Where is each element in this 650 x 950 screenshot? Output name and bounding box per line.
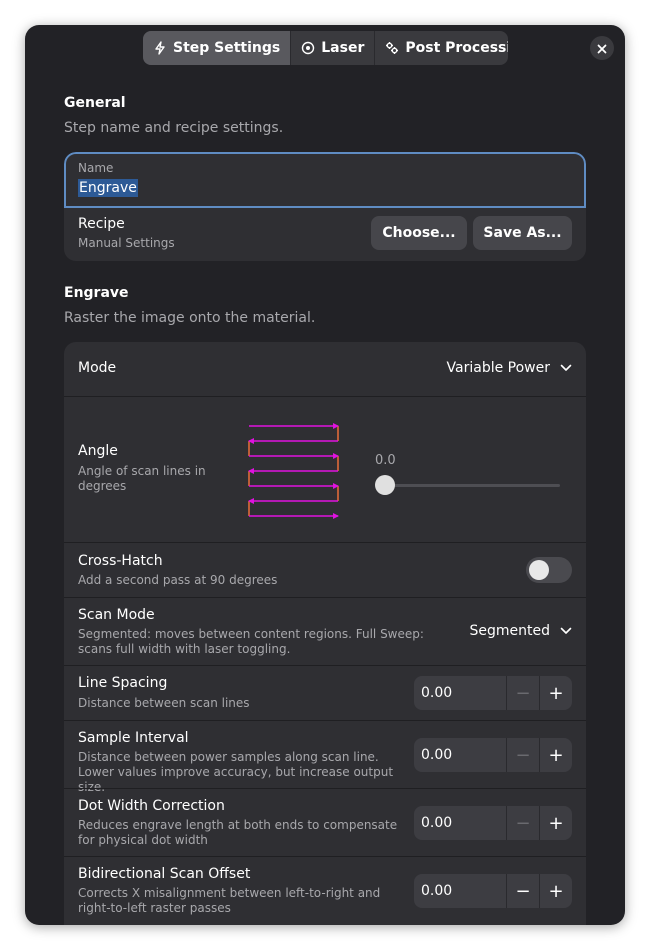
dot-width-correction-value[interactable]: 0.00: [414, 815, 506, 831]
tab-post-processing[interactable]: Post Processing: [375, 31, 508, 65]
save-as-button[interactable]: Save As...: [473, 216, 572, 250]
tab-laser[interactable]: Laser: [291, 31, 376, 65]
sample-interval-value[interactable]: 0.00: [414, 747, 506, 763]
line-spacing-spinbutton[interactable]: 0.00 − +: [414, 676, 572, 710]
bidirectional-scan-offset-value[interactable]: 0.00: [414, 883, 506, 899]
cross-hatch-row: Cross-Hatch Add a second pass at 90 degr…: [64, 542, 586, 597]
line-spacing-title: Line Spacing: [78, 675, 168, 691]
general-section-title: General: [64, 95, 126, 111]
mode-row[interactable]: Mode Variable Power: [64, 342, 586, 396]
bidirectional-scan-offset-row: Bidirectional Scan Offset Corrects X mis…: [64, 856, 586, 925]
chevron-down-icon: [560, 360, 572, 376]
mode-label: Mode: [78, 360, 117, 376]
tab-step-settings-label: Step Settings: [173, 40, 281, 56]
recipe-subtitle: Manual Settings: [78, 236, 175, 250]
mode-dropdown[interactable]: Variable Power: [447, 360, 572, 376]
increment-button[interactable]: +: [539, 738, 572, 772]
name-field-label: Name: [78, 161, 114, 175]
increment-button[interactable]: +: [539, 676, 572, 710]
general-card: Name Engrave Recipe Manual Settings Choo…: [64, 152, 586, 261]
chevron-down-icon: [560, 623, 572, 639]
tab-post-processing-label: Post Processing: [405, 40, 508, 56]
sample-interval-spinbutton[interactable]: 0.00 − +: [414, 738, 572, 772]
toggle-knob: [529, 560, 549, 580]
angle-value: 0.0: [375, 453, 396, 468]
choose-button[interactable]: Choose...: [371, 216, 467, 250]
tab-laser-label: Laser: [321, 40, 365, 56]
decrement-button[interactable]: −: [506, 806, 539, 840]
increment-button[interactable]: +: [539, 806, 572, 840]
sample-interval-row: Sample Interval Distance between power s…: [64, 720, 586, 794]
cross-hatch-title: Cross-Hatch: [78, 553, 163, 569]
cross-hatch-toggle[interactable]: [526, 557, 572, 583]
sample-interval-title: Sample Interval: [78, 730, 189, 746]
decrement-button[interactable]: −: [506, 874, 539, 908]
close-icon: [597, 39, 607, 58]
scan-mode-subtitle: Segmented: moves between content regions…: [78, 627, 424, 656]
name-field-value[interactable]: Engrave: [78, 179, 138, 197]
target-icon: [301, 41, 315, 55]
angle-title: Angle: [78, 443, 118, 459]
line-spacing-row: Line Spacing Distance between scan lines…: [64, 665, 586, 720]
close-button[interactable]: [590, 36, 614, 60]
bidirectional-scan-offset-spinbutton[interactable]: 0.00 − +: [414, 874, 572, 908]
line-spacing-subtitle: Distance between scan lines: [78, 696, 250, 710]
bidirectional-scan-offset-title: Bidirectional Scan Offset: [78, 866, 251, 882]
step-settings-dialog: Step Settings Laser Post Processing Gene…: [25, 25, 625, 925]
decrement-button[interactable]: −: [506, 738, 539, 772]
mode-value: Variable Power: [446, 360, 550, 376]
tab-bar: Step Settings Laser Post Processing: [143, 31, 508, 65]
angle-row: Angle Angle of scan lines in degrees 0.0: [64, 396, 586, 542]
line-spacing-value[interactable]: 0.00: [414, 685, 506, 701]
scan-mode-title: Scan Mode: [78, 607, 155, 623]
angle-subtitle: Angle of scan lines in degrees: [78, 464, 206, 493]
engrave-card: Mode Variable Power Angle Angle of scan …: [64, 342, 586, 925]
dot-width-correction-title: Dot Width Correction: [78, 798, 225, 814]
name-field[interactable]: Name Engrave: [64, 152, 586, 208]
recipe-row: Recipe Manual Settings Choose... Save As…: [64, 208, 586, 261]
gears-icon: [385, 41, 399, 55]
scan-mode-row[interactable]: Scan Mode Segmented: moves between conte…: [64, 597, 586, 665]
general-section-description: Step name and recipe settings.: [64, 120, 284, 136]
tab-step-settings[interactable]: Step Settings: [143, 31, 292, 65]
decrement-button[interactable]: −: [506, 676, 539, 710]
dot-width-correction-subtitle: Reduces engrave length at both ends to c…: [78, 818, 398, 847]
scan-mode-dropdown[interactable]: Segmented: [470, 623, 573, 639]
angle-slider-handle[interactable]: [375, 475, 395, 495]
engrave-section-title: Engrave: [64, 285, 129, 301]
scan-pattern-preview: [248, 423, 339, 519]
angle-slider-track[interactable]: [386, 484, 560, 487]
cross-hatch-subtitle: Add a second pass at 90 degrees: [78, 573, 278, 587]
scan-mode-value: Segmented: [469, 623, 551, 639]
recipe-title: Recipe: [78, 216, 125, 232]
dot-width-correction-row: Dot Width Correction Reduces engrave len…: [64, 788, 586, 856]
bidirectional-scan-offset-subtitle: Corrects X misalignment between left-to-…: [78, 886, 381, 915]
lightning-icon: [153, 41, 167, 55]
dot-width-correction-spinbutton[interactable]: 0.00 − +: [414, 806, 572, 840]
engrave-section-description: Raster the image onto the material.: [64, 310, 316, 326]
increment-button[interactable]: +: [539, 874, 572, 908]
